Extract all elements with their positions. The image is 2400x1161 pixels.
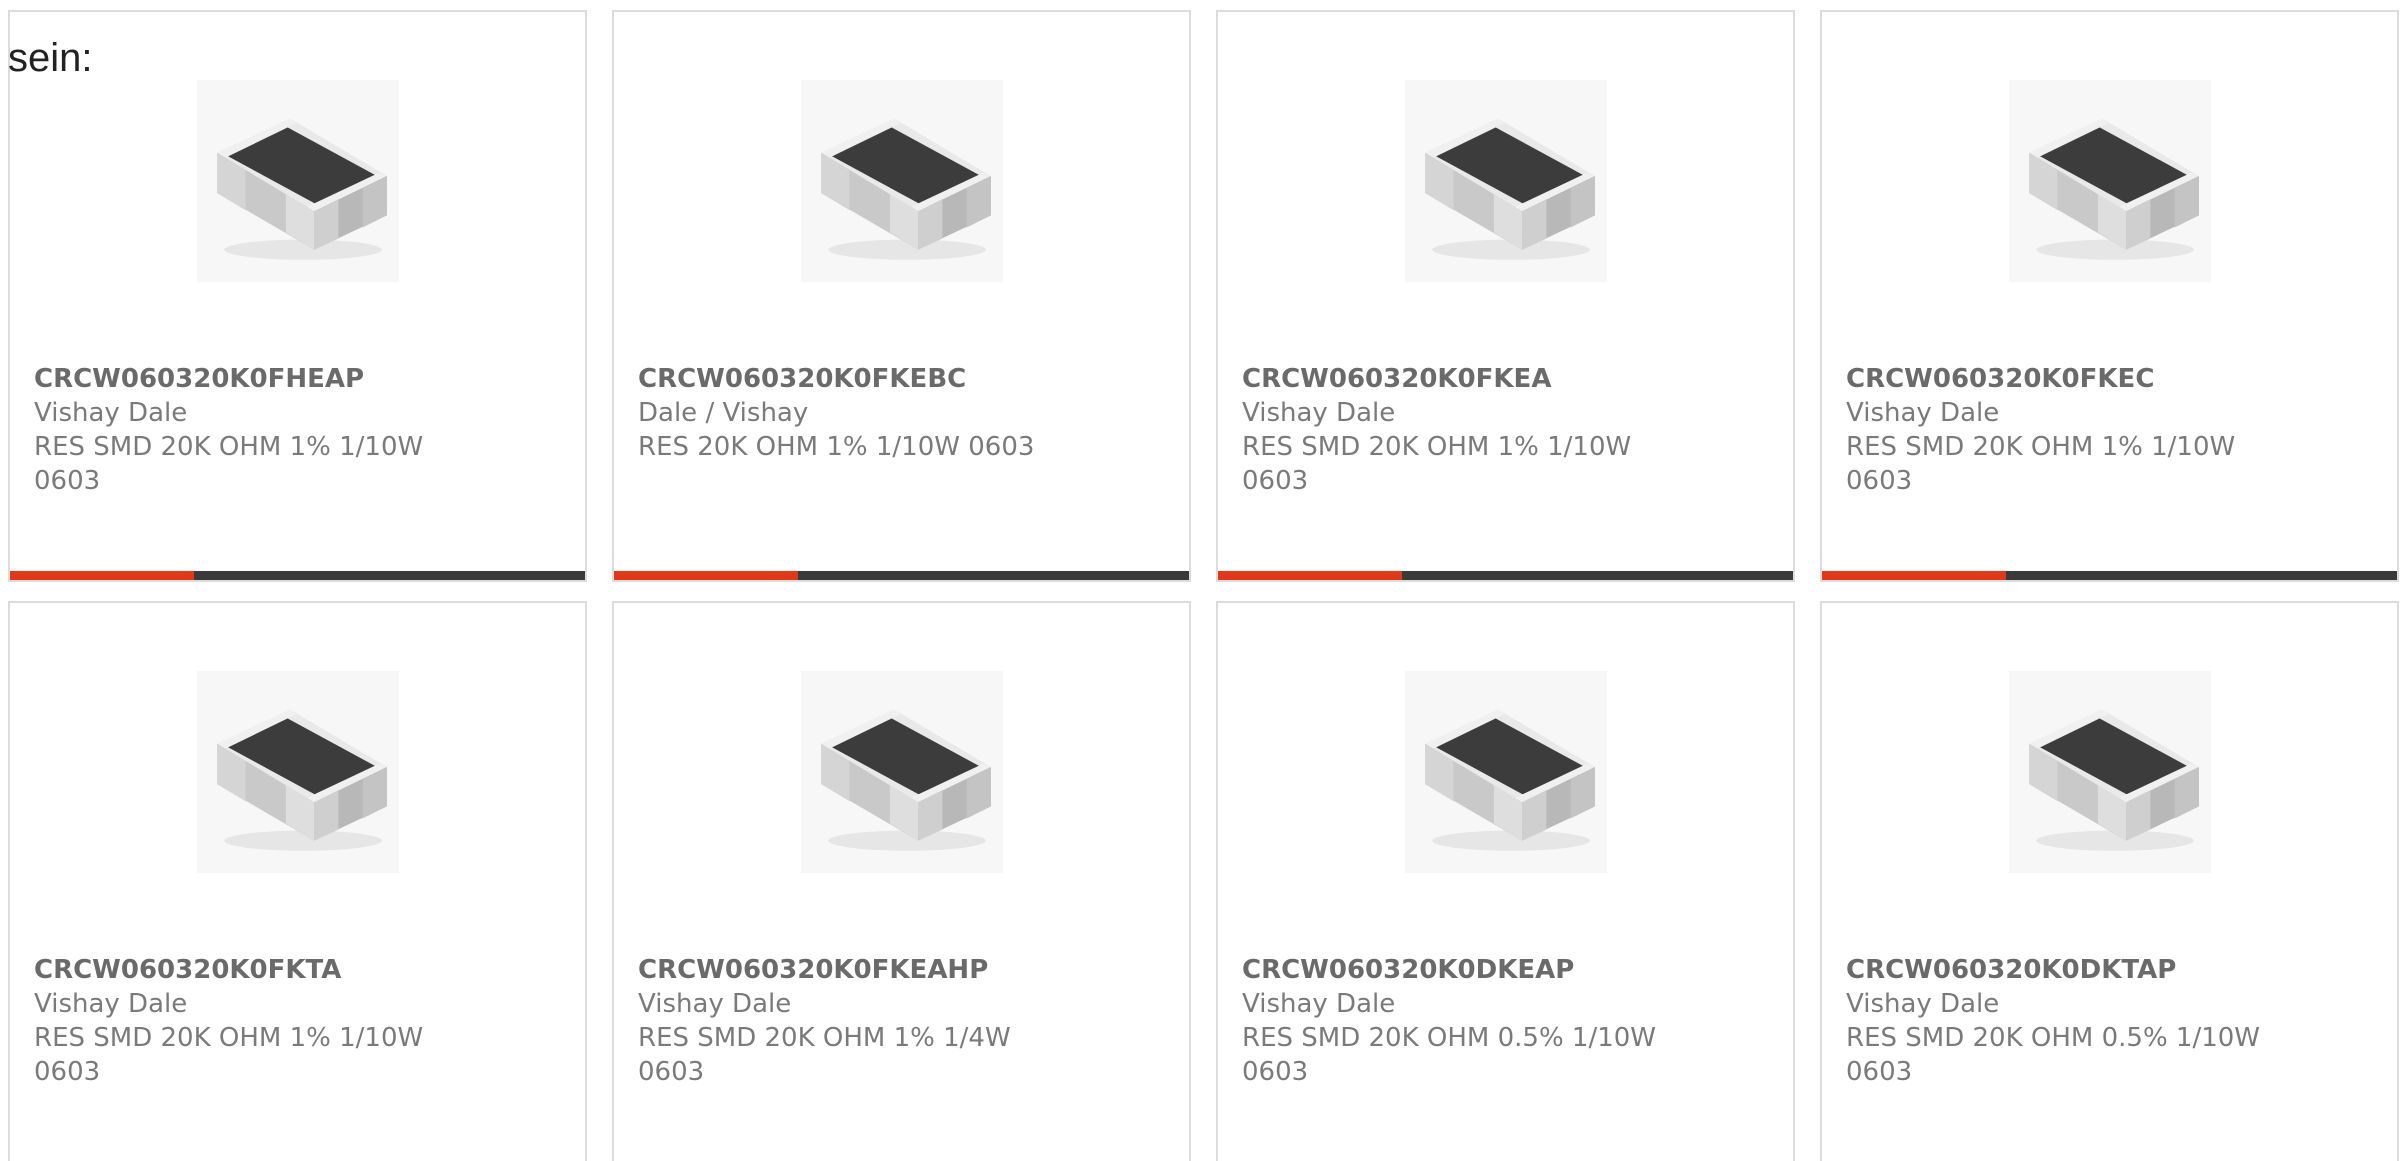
smd-resistor-chip-icon[interactable] bbox=[2008, 80, 2211, 282]
description-line: 0603 bbox=[1846, 1057, 1913, 1087]
card-accent-bar bbox=[10, 571, 585, 580]
card-accent-fill bbox=[10, 571, 194, 580]
part-number-link[interactable]: CRCW060320K0FHEAP bbox=[34, 362, 454, 396]
description-line: 0603 bbox=[1242, 466, 1309, 496]
description-line: RES SMD 20K OHM 1% 1/10W bbox=[1846, 432, 2236, 462]
description-line: RES SMD 20K OHM 0.5% 1/10W bbox=[1242, 1023, 1657, 1053]
smd-resistor-chip-icon[interactable] bbox=[196, 671, 399, 873]
description-line: RES SMD 20K OHM 1% 1/4W bbox=[638, 1023, 1011, 1053]
product-info: CRCW060320K0FKTA Vishay Dale RES SMD 20K… bbox=[34, 953, 454, 1089]
product-card[interactable]: CRCW060320K0FKEC Vishay Dale RES SMD 20K… bbox=[1820, 10, 2399, 582]
product-card[interactable]: CRCW060320K0FKEA Vishay Dale RES SMD 20K… bbox=[1216, 10, 1795, 582]
product-card[interactable]: CRCW060320K0FKEBC Dale / Vishay RES 20K … bbox=[612, 10, 1191, 582]
product-card[interactable]: CRCW060320K0FKTA Vishay Dale RES SMD 20K… bbox=[8, 601, 587, 1161]
smd-resistor-chip-icon[interactable] bbox=[2008, 671, 2211, 873]
card-accent-bar bbox=[1822, 571, 2397, 580]
manufacturer-label: Vishay Dale bbox=[1846, 989, 2000, 1019]
description-line: 0603 bbox=[34, 466, 101, 496]
part-number-link[interactable]: CRCW060320K0FKEC bbox=[1846, 362, 2266, 396]
manufacturer-label: Vishay Dale bbox=[34, 989, 188, 1019]
product-grid-page: sein: CRCW060320K0FHEAP Vishay Dale RES … bbox=[0, 0, 2400, 1161]
product-card[interactable]: CRCW060320K0DKEAP Vishay Dale RES SMD 20… bbox=[1216, 601, 1795, 1161]
description-line: RES SMD 20K OHM 0.5% 1/10W bbox=[1846, 1023, 2261, 1053]
manufacturer-label: Vishay Dale bbox=[638, 989, 792, 1019]
description-line: 0603 bbox=[34, 1057, 101, 1087]
smd-resistor-chip-icon[interactable] bbox=[196, 80, 399, 282]
manufacturer-label: Vishay Dale bbox=[1846, 398, 2000, 428]
product-info: CRCW060320K0FKEBC Dale / Vishay RES 20K … bbox=[638, 362, 1058, 464]
part-number-link[interactable]: CRCW060320K0DKTAP bbox=[1846, 953, 2266, 987]
smd-resistor-chip-icon[interactable] bbox=[1404, 80, 1607, 282]
smd-resistor-chip-icon[interactable] bbox=[800, 80, 1003, 282]
product-info: CRCW060320K0FKEA Vishay Dale RES SMD 20K… bbox=[1242, 362, 1662, 498]
description-line: 0603 bbox=[1846, 466, 1913, 496]
part-number-link[interactable]: CRCW060320K0FKEAHP bbox=[638, 953, 1058, 987]
manufacturer-label: Vishay Dale bbox=[1242, 398, 1396, 428]
product-card[interactable]: CRCW060320K0FHEAP Vishay Dale RES SMD 20… bbox=[8, 10, 587, 582]
intro-text: sein: bbox=[8, 36, 93, 80]
part-number-link[interactable]: CRCW060320K0FKEBC bbox=[638, 362, 1058, 396]
product-info: CRCW060320K0FKEAHP Vishay Dale RES SMD 2… bbox=[638, 953, 1058, 1089]
description-line: 0603 bbox=[1242, 1057, 1309, 1087]
manufacturer-label: Dale / Vishay bbox=[638, 398, 809, 428]
product-info: CRCW060320K0DKEAP Vishay Dale RES SMD 20… bbox=[1242, 953, 1662, 1089]
description-line: RES SMD 20K OHM 1% 1/10W bbox=[34, 1023, 424, 1053]
smd-resistor-chip-icon[interactable] bbox=[1404, 671, 1607, 873]
part-number-link[interactable]: CRCW060320K0DKEAP bbox=[1242, 953, 1662, 987]
product-card[interactable]: CRCW060320K0DKTAP Vishay Dale RES SMD 20… bbox=[1820, 601, 2399, 1161]
card-accent-bar bbox=[1218, 571, 1793, 580]
product-info: CRCW060320K0FKEC Vishay Dale RES SMD 20K… bbox=[1846, 362, 2266, 498]
description-line: RES 20K OHM 1% 1/10W 0603 bbox=[638, 432, 1035, 462]
card-accent-fill bbox=[1822, 571, 2006, 580]
product-info: CRCW060320K0DKTAP Vishay Dale RES SMD 20… bbox=[1846, 953, 2266, 1089]
product-info: CRCW060320K0FHEAP Vishay Dale RES SMD 20… bbox=[34, 362, 454, 498]
description-line: RES SMD 20K OHM 1% 1/10W bbox=[34, 432, 424, 462]
description-line: 0603 bbox=[638, 1057, 705, 1087]
card-accent-fill bbox=[1218, 571, 1402, 580]
smd-resistor-chip-icon[interactable] bbox=[800, 671, 1003, 873]
part-number-link[interactable]: CRCW060320K0FKEA bbox=[1242, 362, 1662, 396]
card-accent-fill bbox=[614, 571, 798, 580]
part-number-link[interactable]: CRCW060320K0FKTA bbox=[34, 953, 454, 987]
description-line: RES SMD 20K OHM 1% 1/10W bbox=[1242, 432, 1632, 462]
manufacturer-label: Vishay Dale bbox=[1242, 989, 1396, 1019]
manufacturer-label: Vishay Dale bbox=[34, 398, 188, 428]
product-card[interactable]: CRCW060320K0FKEAHP Vishay Dale RES SMD 2… bbox=[612, 601, 1191, 1161]
card-accent-bar bbox=[614, 571, 1189, 580]
